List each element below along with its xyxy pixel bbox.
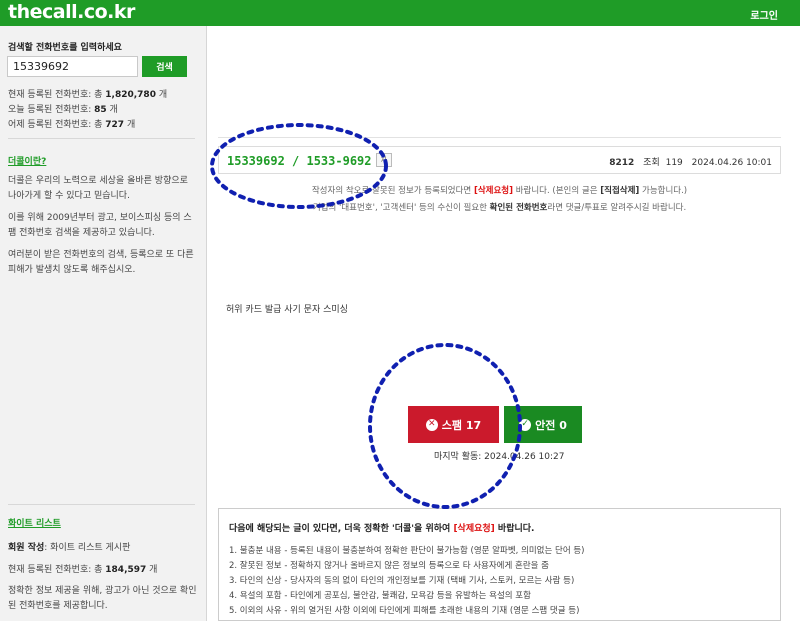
phone-number-title: 15339692 / 1533-9692: [227, 154, 372, 168]
post-meta: 8212 조회 119 2024.04.26 10:01: [609, 155, 772, 168]
rules-delete-request-link[interactable]: [삭제요청]: [453, 524, 494, 534]
white-list-note: 정확한 정보 제공을 위해, 광고가 아닌 것으로 확인된 전화번호를 제공합니…: [8, 586, 197, 611]
stat-total: 현재 등록된 전화번호: 총 1,820,780 개: [8, 90, 168, 100]
about-text-2: 이를 위해 2009년부터 광고, 보이스피싱 등의 스팸 전화번호 검색을 제…: [8, 213, 192, 238]
rule-item: 3. 타인의 신상 - 당사자의 동의 없이 타인의 개인정보를 기재 (택배 …: [229, 576, 575, 586]
safe-vote-label: 안전 0: [535, 418, 567, 432]
x-circle-icon: ✕: [425, 418, 438, 431]
direct-delete-link[interactable]: [직접삭제]: [600, 186, 639, 196]
sidebar-divider-2: [8, 504, 195, 505]
post-id: 8212: [609, 158, 635, 168]
views-label: 조회: [643, 158, 660, 168]
site-logo[interactable]: thecall.co.kr: [8, 1, 135, 23]
post-header: 15339692 / 1533-9692 자 8212 조회 119 2024.…: [218, 146, 781, 174]
spam-vote-label: 스팸 17: [441, 418, 482, 432]
stat-today: 오늘 등록된 전화번호: 85 개: [8, 105, 118, 115]
about-link[interactable]: 더콜이란?: [8, 154, 46, 167]
post-datetime: 2024.04.26 10:01: [691, 158, 772, 168]
post-body: 허위 카드 발급 사기 문자 스미싱: [226, 305, 348, 315]
sidebar: 검색할 전화번호를 입력하세요 검색 현재 등록된 전화번호: 총 1,820,…: [0, 26, 207, 621]
delete-rules-box: 다음에 해당되는 글이 있다면, 더욱 정확한 '더콜'을 위하여 [삭제요청]…: [218, 508, 781, 621]
sidebar-divider: [8, 138, 195, 139]
rule-item: 2. 잘못된 정보 - 정확하지 않거나 올바르지 않은 정보의 등록으로 타 …: [229, 561, 550, 571]
rule-item: 5. 이외의 사유 - 위의 열거된 사항 이외에 타인에게 피해를 초래한 내…: [229, 606, 580, 616]
about-text-1: 더콜은 우리의 노력으로 세상을 올바른 방향으로 나아가게 할 수 있다고 믿…: [8, 176, 188, 201]
search-title: 검색할 전화번호를 입력하세요: [8, 43, 122, 53]
rule-item: 4. 욕설의 포함 - 타인에게 공포심, 불안감, 불쾌감, 모욕감 등을 유…: [229, 591, 531, 601]
top-bar: thecall.co.kr 로그인: [0, 0, 800, 26]
check-circle-icon: ✓: [519, 418, 532, 431]
rule-item: 1. 불충분 내용 - 등록된 내용이 불충분하여 정확한 판단이 불가능함 (…: [229, 546, 585, 556]
search-button[interactable]: 검색: [142, 56, 187, 77]
rules-heading: 다음에 해당되는 글이 있다면, 더욱 정확한 '더콜'을 위하여 [삭제요청]…: [229, 524, 535, 534]
phone-search-input[interactable]: [7, 56, 138, 77]
login-link[interactable]: 로그인: [750, 7, 778, 22]
last-activity: 마지막 활동: 2024.04.26 10:27: [434, 452, 565, 462]
white-list-count: 현재 등록된 전화번호: 총 184,597 개: [8, 565, 158, 575]
safe-vote-button[interactable]: ✓ 안전 0: [504, 406, 582, 443]
spam-vote-button[interactable]: ✕ 스팸 17: [408, 406, 499, 443]
notice-line-2: 기업의 '대표번호', '고객센터' 등의 수신이 필요한 확인된 전화번호라면…: [312, 203, 687, 213]
about-text-3: 여러분이 받은 전화번호의 검색, 등록으로 또 다른 피해가 발생치 않도록 …: [8, 250, 194, 275]
white-list-link[interactable]: 화이트 리스트: [8, 516, 61, 529]
notice-line-1: 작성자의 착오로 잘못된 정보가 등록되었다면 [삭제요청] 바랍니다. (본인…: [311, 186, 688, 196]
rules-list: 1. 불충분 내용 - 등록된 내용이 불충분하여 정확한 판단이 불가능함 (…: [229, 544, 585, 619]
white-list-member: 회원 작성: 화이트 리스트 게시판: [8, 543, 131, 553]
delete-request-link[interactable]: [삭제요청]: [474, 186, 513, 196]
content-top-line: [218, 137, 781, 138]
views-count: 119: [665, 158, 683, 168]
stat-yesterday: 어제 등록된 전화번호: 총 727 개: [8, 120, 136, 130]
copy-button[interactable]: 자: [376, 153, 392, 167]
